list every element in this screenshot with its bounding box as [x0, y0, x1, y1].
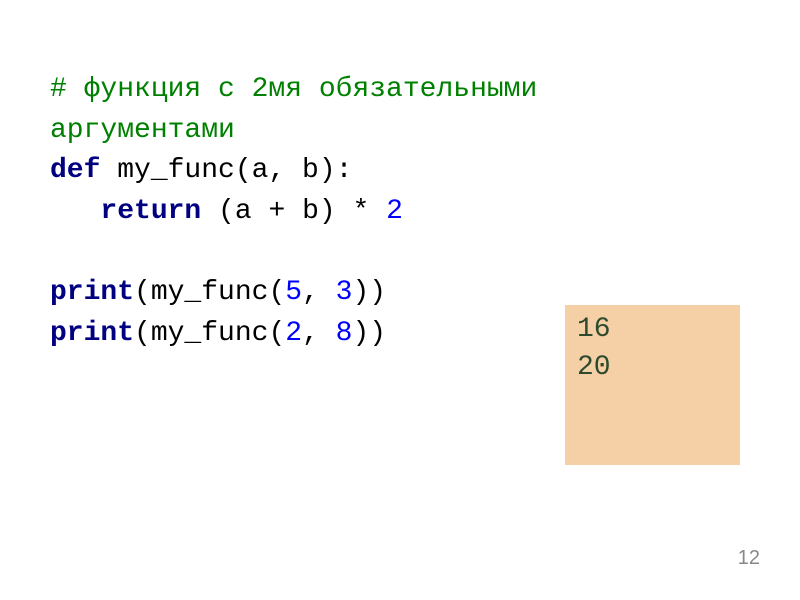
print2-sep: , — [302, 318, 336, 349]
print1-sep: , — [302, 277, 336, 308]
def-line: def my_func(a, b): — [50, 151, 750, 192]
print2-open: (my_func( — [134, 318, 285, 349]
output-box: 16 20 — [565, 305, 740, 465]
return-expr: (a + b) * — [201, 196, 386, 227]
code-block: # функция с 2мя обязательными аргументам… — [0, 0, 800, 354]
print1-close: )) — [352, 277, 386, 308]
print2-close: )) — [352, 318, 386, 349]
print2-arg1: 2 — [285, 318, 302, 349]
blank-line — [50, 232, 750, 273]
print2-keyword: print — [50, 318, 134, 349]
comment-text-2: аргументами — [50, 115, 235, 146]
return-number: 2 — [386, 196, 403, 227]
comment-line-2: аргументами — [50, 111, 750, 152]
print1-arg2: 3 — [336, 277, 353, 308]
indent-1 — [50, 196, 100, 227]
func-signature: my_func(a, b): — [100, 155, 352, 186]
def-keyword: def — [50, 155, 100, 186]
output-line-1: 16 — [577, 311, 728, 349]
print1-open: (my_func( — [134, 277, 285, 308]
print1-arg1: 5 — [285, 277, 302, 308]
print2-arg2: 8 — [336, 318, 353, 349]
return-keyword: return — [100, 196, 201, 227]
comment-line-1: # функция с 2мя обязательными — [50, 70, 750, 111]
return-line: return (a + b) * 2 — [50, 192, 750, 233]
comment-text-1: # функция с 2мя обязательными — [50, 74, 537, 105]
print1-keyword: print — [50, 277, 134, 308]
output-line-2: 20 — [577, 349, 728, 387]
page-number: 12 — [738, 547, 760, 570]
